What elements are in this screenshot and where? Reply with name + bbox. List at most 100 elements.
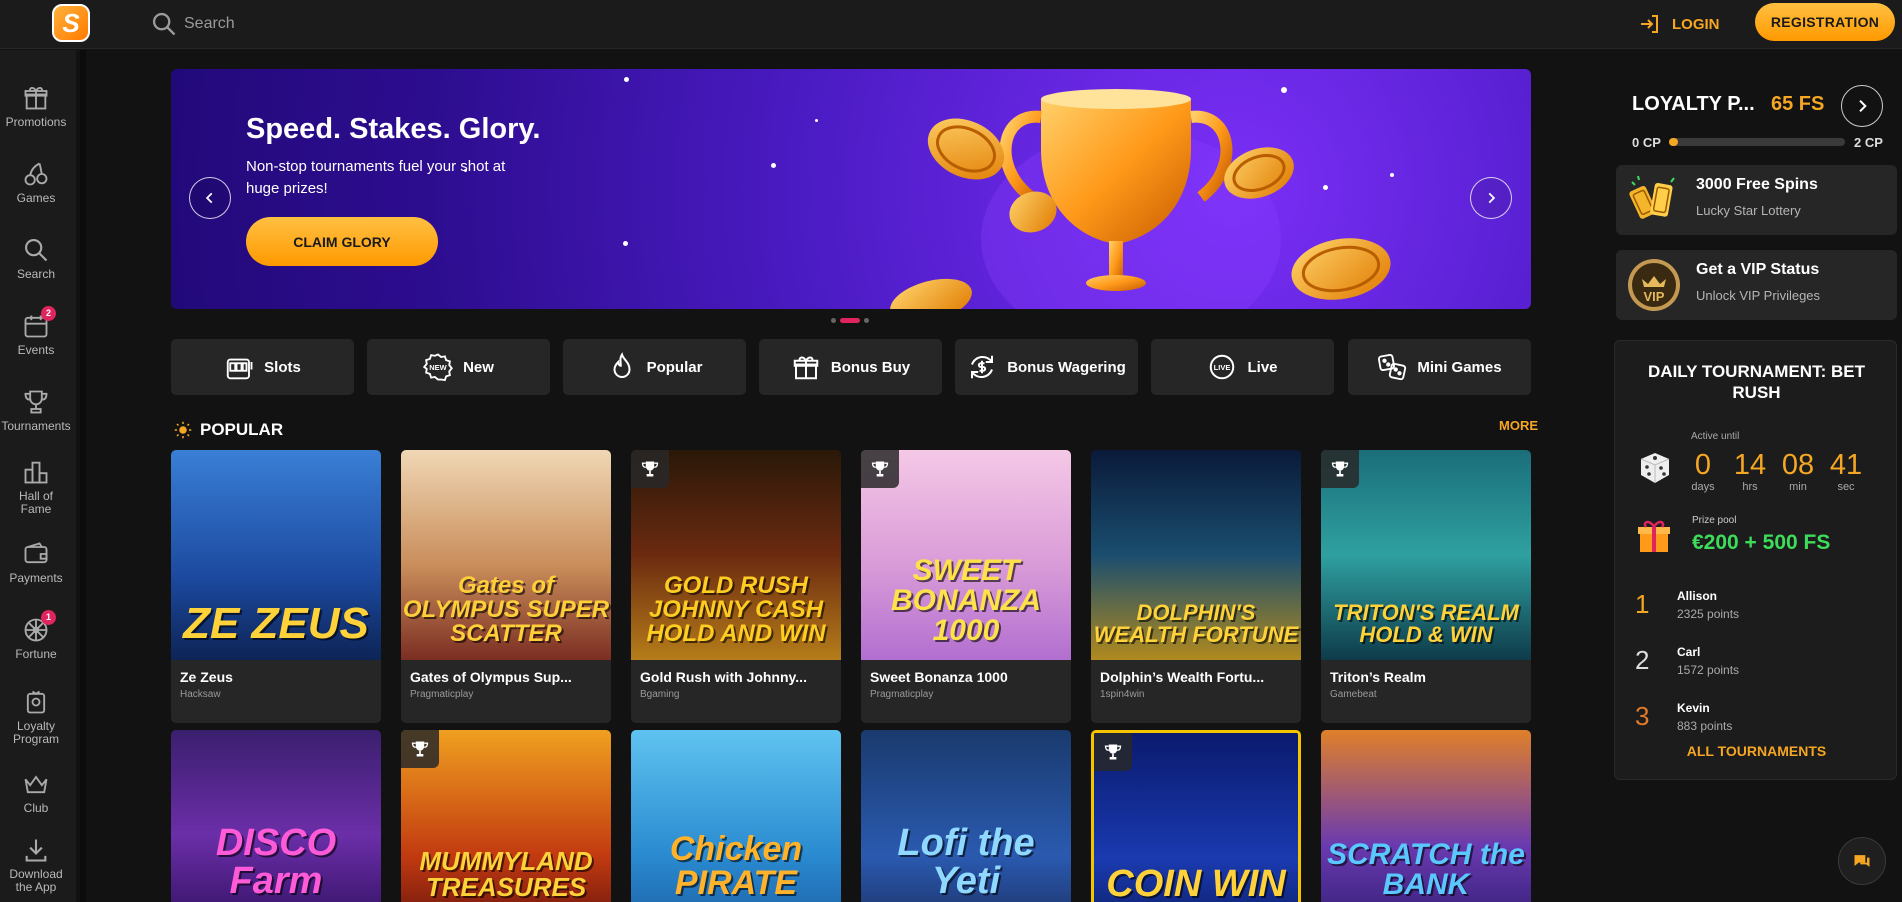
sidebar-item-games[interactable]: Games [0, 160, 72, 205]
sidebar-item-label: Tournaments [1, 419, 71, 433]
sidebar-item-loyalty-program[interactable]: Loyalty Program [0, 688, 72, 746]
promo-title: Get a VIP Status [1696, 261, 1820, 278]
hero-prev-button[interactable] [189, 177, 231, 219]
vip-icon: VIP [1628, 259, 1680, 311]
sidebar-item-label: Payments [9, 571, 63, 585]
game-card[interactable]: ZE ZEUS Ze Zeus Hacksaw [171, 450, 381, 723]
svg-text:LIVE: LIVE [1214, 363, 1231, 372]
game-thumbnail: SCRATCH the BANK [1321, 730, 1531, 902]
category-label: Live [1247, 358, 1278, 376]
game-name: Ze Zeus [180, 669, 233, 685]
more-link[interactable]: MORE [1499, 418, 1538, 433]
carousel-dot[interactable] [864, 318, 869, 323]
game-card[interactable]: GOLD RUSH JOHNNY CASH HOLD AND WIN Gold … [631, 450, 841, 723]
hero-banner[interactable]: Speed. Stakes. Glory. Non-stop tournamen… [171, 69, 1531, 309]
wallet-icon [24, 542, 48, 564]
loyalty-progress-fill [1669, 138, 1678, 146]
category-label: Bonus Wagering [1007, 358, 1126, 376]
category-new[interactable]: NEW New [367, 339, 550, 395]
login-icon [1641, 15, 1658, 33]
game-art-title: Lofi the Yeti [897, 822, 1035, 902]
loyalty-next-button[interactable] [1841, 85, 1883, 127]
section-title-label: POPULAR [200, 420, 284, 439]
sidebar-item-hall-of-fame[interactable]: Hall of Fame [0, 458, 72, 516]
sidebar-item-fortune[interactable]: 1 Fortune [0, 610, 72, 661]
carousel-dots [831, 318, 869, 323]
chat-button[interactable] [1838, 837, 1886, 885]
download-icon [25, 839, 47, 862]
trophy-icon [411, 741, 429, 757]
game-card[interactable]: TRITON'S REALM HOLD & WIN Triton’s Realm… [1321, 450, 1531, 723]
loyalty-title: LOYALTY P... [1632, 93, 1755, 115]
hero-next-button[interactable] [1470, 177, 1512, 219]
loyalty-free-spins: 65 FS [1771, 93, 1825, 115]
game-art-title: SWEET BONANZA 1000 [891, 554, 1041, 647]
category-popular[interactable]: Popular [563, 339, 746, 395]
countdown-unit: days [1691, 481, 1715, 493]
countdown-value: 14 [1733, 449, 1767, 481]
game-card[interactable]: MUMMYLAND TREASURES [401, 730, 611, 902]
game-provider: Bgaming [640, 689, 680, 700]
game-card[interactable]: DISCO Farm [171, 730, 381, 902]
sidebar-item-events[interactable]: 2 Events [0, 306, 72, 357]
active-until-label: Active until [1691, 431, 1740, 442]
category-label: Bonus Buy [830, 358, 911, 376]
promo-card-free-spins[interactable]: 3000 Free Spins Lucky Star Lottery [1616, 165, 1897, 235]
leader-rank: 3 [1635, 701, 1650, 731]
sidebar-item-club[interactable]: Club [0, 770, 72, 815]
category-bonus-wagering[interactable]: Bonus Wagering [955, 339, 1138, 395]
brand-logo[interactable]: S [52, 4, 90, 42]
game-card[interactable]: SCRATCH the BANK [1321, 730, 1531, 902]
game-thumbnail: SWEET BONANZA 1000 [861, 450, 1071, 660]
dice-icon [1378, 354, 1407, 381]
countdown-days: 0 days [1683, 449, 1723, 493]
tournament-tag [1094, 733, 1132, 771]
game-name: Gates of Olympus Sup... [410, 669, 572, 685]
category-mini-games[interactable]: Mini Games [1348, 339, 1531, 395]
game-thumbnail: ZE ZEUS [171, 450, 381, 660]
leader-name: Kevin [1677, 701, 1710, 715]
carousel-dot[interactable] [831, 318, 836, 323]
sidebar-scrollbar[interactable] [80, 50, 86, 902]
search-input[interactable] [184, 11, 604, 37]
category-slots[interactable]: Slots [171, 339, 354, 395]
loyalty-progress-bar [1669, 138, 1845, 146]
login-button[interactable]: LOGIN [1638, 10, 1720, 38]
search-icon[interactable] [150, 10, 178, 38]
vip-icon-text: VIP [1644, 289, 1665, 304]
category-live[interactable]: LIVE Live [1151, 339, 1334, 395]
game-name: Gold Rush with Johnny... [640, 669, 807, 685]
game-card[interactable]: Gates of OLYMPUS SUPER SCATTER Gates of … [401, 450, 611, 723]
countdown-value: 08 [1781, 449, 1815, 481]
sidebar-item-tournaments[interactable]: Tournaments [0, 388, 72, 433]
game-provider: Pragmaticplay [410, 689, 474, 700]
game-card[interactable]: Lofi the Yeti [861, 730, 1071, 902]
game-art-title: DOLPHIN'S WEALTH FORTUNE [1093, 600, 1299, 647]
chevron-right-icon [1859, 99, 1867, 113]
promo-card-vip[interactable]: VIP Get a VIP Status Unlock VIP Privileg… [1616, 250, 1897, 320]
claim-glory-button[interactable]: CLAIM GLORY [246, 217, 438, 266]
sidebar-item-payments[interactable]: Payments [0, 540, 72, 585]
game-thumbnail: TRITON'S REALM HOLD & WIN [1321, 450, 1531, 660]
all-tournaments-link[interactable]: ALL TOURNAMENTS [1615, 743, 1898, 759]
category-bonus-buy[interactable]: Bonus Buy [759, 339, 942, 395]
hero-subtitle: Non-stop tournaments fuel your shot at h… [246, 158, 506, 197]
game-art-title: DISCO Farm [215, 822, 337, 902]
sidebar-item-download-app[interactable]: Download the App [0, 836, 72, 894]
carousel-dot-active[interactable] [840, 318, 860, 323]
game-provider: Pragmaticplay [870, 689, 934, 700]
game-thumbnail: Lofi the Yeti [861, 730, 1071, 902]
game-card[interactable]: SWEET BONANZA 1000 Sweet Bonanza 1000 Pr… [861, 450, 1071, 723]
registration-button[interactable]: REGISTRATION [1755, 3, 1895, 41]
loyalty-icon [26, 690, 46, 714]
tournament-card: DAILY TOURNAMENT: BET RUSH Active until … [1614, 340, 1897, 780]
sidebar-item-search[interactable]: Search [0, 236, 72, 281]
sidebar-item-label: Promotions [5, 115, 67, 129]
sidebar-item-promotions[interactable]: Promotions [0, 84, 72, 129]
game-thumbnail: DOLPHIN'S WEALTH FORTUNE [1091, 450, 1301, 660]
game-card[interactable]: Chicken PIRATE [631, 730, 841, 902]
podium-icon [24, 461, 48, 484]
game-provider: Hacksaw [180, 689, 221, 700]
game-card[interactable]: DOLPHIN'S WEALTH FORTUNE Dolphin’s Wealt… [1091, 450, 1301, 723]
game-card[interactable]: COIN WIN [1091, 730, 1301, 902]
